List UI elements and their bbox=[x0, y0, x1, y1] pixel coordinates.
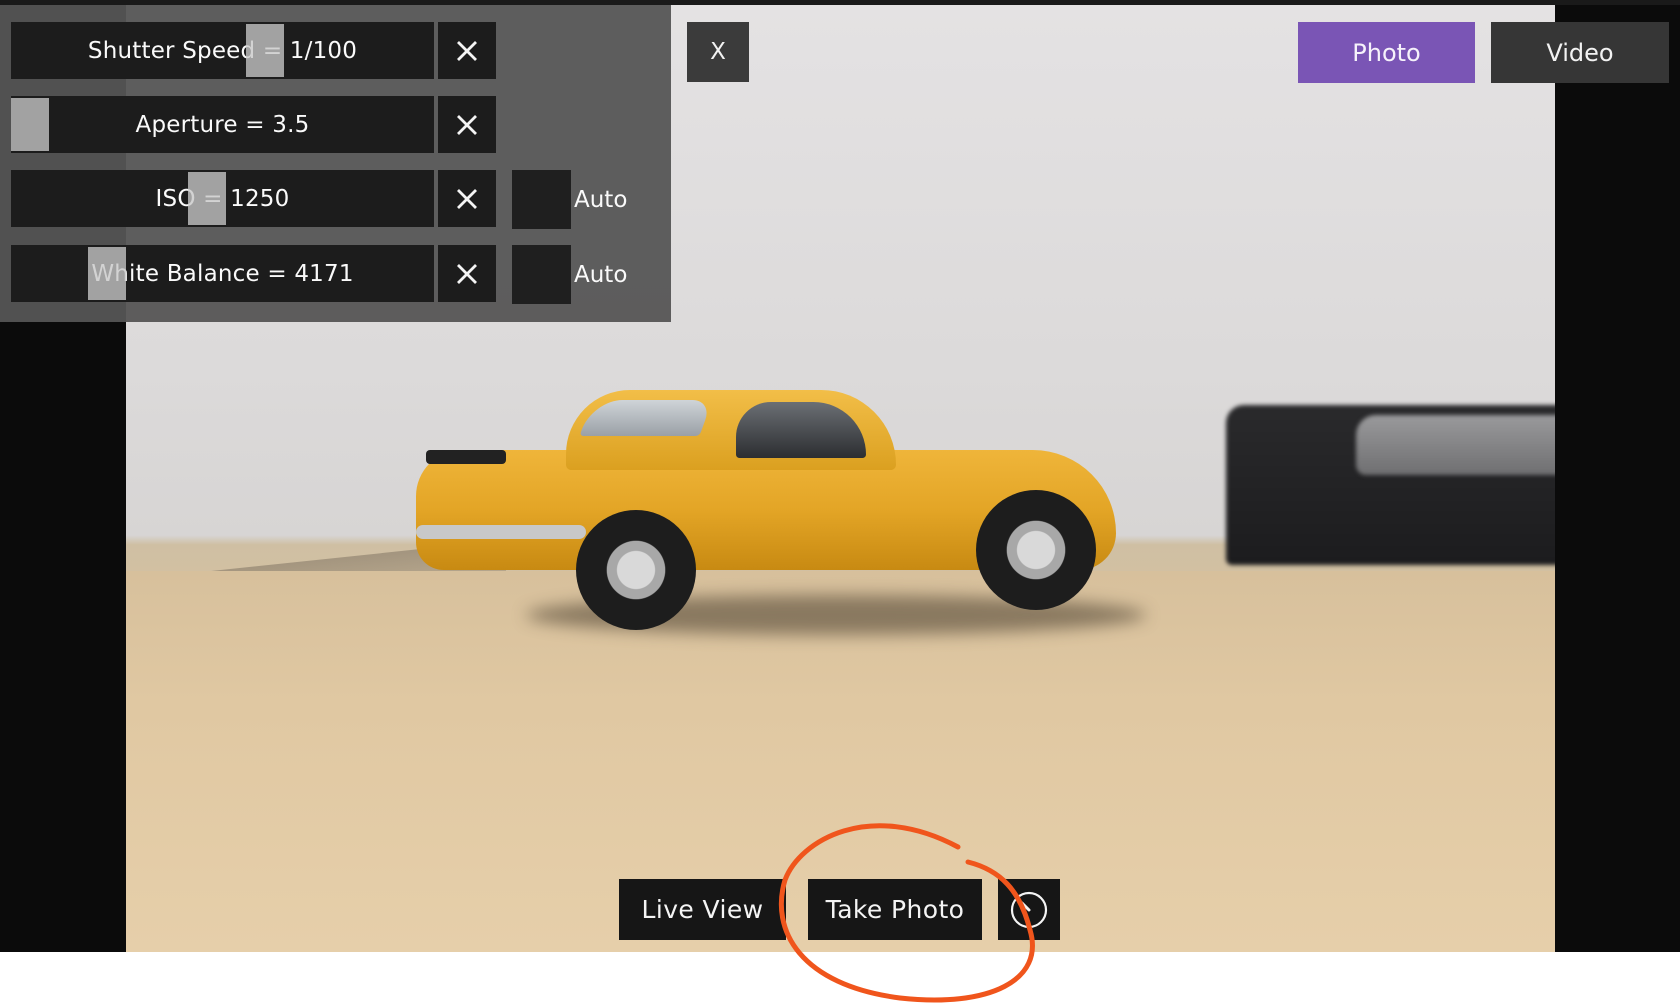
clear-iso-button[interactable] bbox=[438, 170, 496, 227]
white-balance-label: White Balance = 4171 bbox=[91, 260, 354, 287]
mode-photo-button[interactable]: Photo bbox=[1298, 22, 1475, 83]
toy-car bbox=[416, 390, 1196, 635]
slider-thumb[interactable] bbox=[188, 172, 226, 225]
iso-auto-checkbox[interactable] bbox=[512, 170, 571, 229]
slider-thumb[interactable] bbox=[11, 98, 49, 151]
clear-x-icon bbox=[457, 263, 477, 284]
aperture-label: Aperture = 3.5 bbox=[135, 111, 310, 138]
close-settings-button[interactable]: X bbox=[687, 22, 749, 82]
clear-white-balance-button[interactable] bbox=[438, 245, 496, 302]
slider-thumb[interactable] bbox=[246, 24, 284, 77]
take-photo-button[interactable]: Take Photo bbox=[808, 879, 982, 940]
clear-aperture-button[interactable] bbox=[438, 96, 496, 153]
mode-video-button[interactable]: Video bbox=[1491, 22, 1669, 83]
car-wheel-rear bbox=[576, 510, 696, 630]
car-bumper bbox=[416, 525, 586, 539]
white-balance-auto-label: Auto bbox=[574, 261, 628, 288]
clear-x-icon bbox=[457, 114, 477, 135]
car-wheel-front bbox=[976, 490, 1096, 610]
iso-slider[interactable]: ISO = 1250 bbox=[11, 170, 434, 227]
camera-settings-panel: Shutter Speed = 1/100 Aperture = 3.5 ISO… bbox=[0, 5, 671, 322]
clear-x-icon bbox=[457, 40, 477, 61]
clear-shutter-speed-button[interactable] bbox=[438, 22, 496, 79]
aperture-slider[interactable]: Aperture = 3.5 bbox=[11, 96, 434, 153]
background-laptop-lid bbox=[1356, 415, 1555, 475]
white-balance-auto-checkbox[interactable] bbox=[512, 245, 571, 304]
iso-auto-label: Auto bbox=[574, 186, 628, 213]
clear-x-icon bbox=[457, 188, 477, 209]
timer-icon bbox=[1010, 891, 1048, 928]
live-view-button[interactable]: Live View bbox=[619, 879, 786, 940]
car-stripe bbox=[426, 450, 506, 464]
white-balance-slider[interactable]: White Balance = 4171 bbox=[11, 245, 434, 302]
shutter-speed-label: Shutter Speed = 1/100 bbox=[87, 37, 358, 64]
shutter-speed-slider[interactable]: Shutter Speed = 1/100 bbox=[11, 22, 434, 79]
timer-button[interactable] bbox=[998, 879, 1060, 940]
slider-thumb[interactable] bbox=[88, 247, 126, 300]
